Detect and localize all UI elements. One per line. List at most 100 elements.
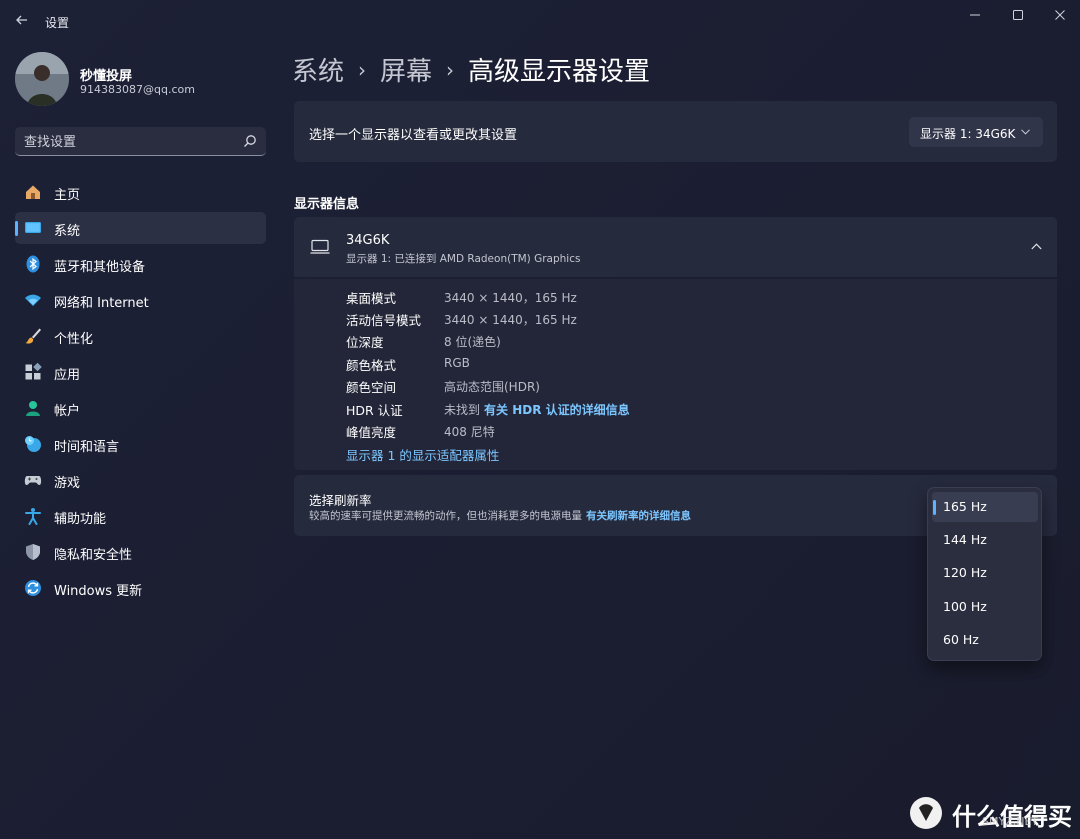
sidebar-item-label: 帐户 <box>54 404 81 419</box>
sidebar-item-label: 游戏 <box>54 476 81 491</box>
display-adapter-properties-link[interactable]: 显示器 1 的显示适配器属性 <box>346 445 499 464</box>
refresh-option-144[interactable]: 144 Hz <box>932 525 1038 555</box>
section-title-display-info: 显示器信息 <box>294 197 360 212</box>
hdr-certification-link[interactable]: 有关 HDR 认证的详细信息 <box>484 403 630 417</box>
breadcrumb-item-system[interactable]: 系统 <box>292 57 344 87</box>
info-row-color-space: 颜色空间 高动态范围(HDR) <box>346 377 946 397</box>
shield-icon <box>26 544 40 560</box>
user-email: 914383087@qq.com <box>80 83 195 96</box>
refresh-option-120[interactable]: 120 Hz <box>932 558 1038 588</box>
accessibility-icon <box>25 508 41 525</box>
maximize-icon[interactable] <box>1006 6 1030 24</box>
refresh-rate-desc-text: 较高的速率可提供更流畅的动作，但也消耗更多的电源电量 <box>309 510 582 522</box>
breadcrumb-item-display[interactable]: 屏幕 <box>380 57 432 87</box>
refresh-option-100[interactable]: 100 Hz <box>932 592 1038 622</box>
info-value: 3440 × 1440，165 Hz <box>444 291 577 305</box>
sidebar-item-label: 应用 <box>54 368 81 383</box>
sidebar-item-personalization[interactable]: 个性化 <box>15 320 266 352</box>
user-name: 秒懂投屏 <box>80 69 133 84</box>
info-row-color-format: 颜色格式 RGB <box>346 355 946 375</box>
sidebar-item-label: 网络和 Internet <box>54 296 149 311</box>
info-key: HDR 认证 <box>346 403 403 418</box>
info-key: 桌面模式 <box>346 291 397 306</box>
refresh-option-165[interactable]: 165 Hz <box>932 492 1038 522</box>
chevron-up-icon[interactable] <box>1031 243 1042 250</box>
info-value: RGB <box>444 356 470 370</box>
breadcrumb-separator: › <box>358 58 367 82</box>
info-row-active-signal: 活动信号模式 3440 × 1440，165 Hz <box>346 310 946 330</box>
sidebar-item-label: 主页 <box>54 188 81 203</box>
breadcrumb: 系统 › 屏幕 › 高级显示器设置 <box>292 51 650 88</box>
update-icon <box>25 580 41 596</box>
back-arrow-icon[interactable] <box>12 10 32 30</box>
system-display-icon <box>25 222 41 233</box>
search-icon[interactable] <box>243 134 257 148</box>
info-key: 颜色空间 <box>346 380 397 395</box>
monitor-description: 显示器 1: 已连接到 AMD Radeon(TM) Graphics <box>346 253 581 265</box>
monitor-select-label: 选择一个显示器以查看或更改其设置 <box>309 128 518 143</box>
refresh-rate-description: 较高的速率可提供更流畅的动作，但也消耗更多的电源电量 有关刷新率的详细信息 <box>309 508 691 523</box>
close-icon[interactable] <box>1048 6 1072 24</box>
wifi-icon <box>25 294 41 306</box>
sidebar-item-label: 时间和语言 <box>54 440 120 455</box>
sidebar-item-label: 蓝牙和其他设备 <box>54 260 146 275</box>
sidebar-item-gaming[interactable]: 游戏 <box>15 464 266 496</box>
refresh-rate-info-link[interactable]: 有关刷新率的详细信息 <box>586 510 691 522</box>
sidebar-item-label: 辅助功能 <box>54 512 107 527</box>
info-value: 未找到 有关 HDR 认证的详细信息 <box>444 401 630 418</box>
sidebar-item-windows-update[interactable]: Windows 更新 <box>15 572 266 604</box>
monitor-dropdown-value: 显示器 1: 34G6K <box>920 127 1016 141</box>
monitor-select-card: 选择一个显示器以查看或更改其设置 显示器 1: 34G6K <box>294 101 1057 162</box>
sidebar-item-accessibility[interactable]: 辅助功能 <box>15 500 266 532</box>
avatar[interactable] <box>15 52 69 106</box>
watermark-subtext: SMYZ.NET <box>982 815 1039 828</box>
bluetooth-icon <box>26 255 40 273</box>
chevron-down-icon <box>1021 129 1030 135</box>
sidebar-item-privacy[interactable]: 隐私和安全性 <box>15 536 266 568</box>
minimize-icon[interactable] <box>963 6 987 24</box>
sidebar-item-accounts[interactable]: 帐户 <box>15 392 266 424</box>
breadcrumb-separator: › <box>446 58 455 82</box>
refresh-rate-title: 选择刷新率 <box>309 493 372 508</box>
sidebar-item-system[interactable]: 系统 <box>15 212 266 244</box>
search-box[interactable] <box>15 127 266 156</box>
sidebar-item-label: 隐私和安全性 <box>54 548 133 563</box>
account-icon <box>26 401 40 416</box>
refresh-option-label: 60 Hz <box>943 632 979 647</box>
search-input[interactable] <box>24 133 234 151</box>
info-key: 峰值亮度 <box>346 425 397 440</box>
info-row-peak-brightness: 峰值亮度 408 尼特 <box>346 422 946 442</box>
sidebar-item-bluetooth[interactable]: 蓝牙和其他设备 <box>15 248 266 280</box>
sidebar-item-label: 系统 <box>54 224 81 239</box>
brush-icon <box>25 328 41 344</box>
sidebar-item-apps[interactable]: 应用 <box>15 356 266 388</box>
refresh-option-label: 120 Hz <box>943 565 987 580</box>
display-info-header[interactable]: 34G6K 显示器 1: 已连接到 AMD Radeon(TM) Graphic… <box>294 217 1057 277</box>
home-icon <box>26 185 40 199</box>
active-indicator <box>15 221 18 236</box>
title-bar: 设置 <box>0 0 1080 42</box>
monitor-icon <box>310 239 330 254</box>
info-value: 3440 × 1440，165 Hz <box>444 313 577 327</box>
display-info-body: 桌面模式 3440 × 1440，165 Hz 活动信号模式 3440 × 14… <box>294 279 1057 470</box>
time-language-icon <box>25 436 41 452</box>
refresh-option-60[interactable]: 60 Hz <box>932 625 1038 655</box>
gamepad-icon <box>24 476 42 485</box>
info-row-hdr-certification: HDR 认证 未找到 有关 HDR 认证的详细信息 <box>346 400 946 420</box>
page-title: 高级显示器设置 <box>468 57 651 87</box>
refresh-option-label: 144 Hz <box>943 532 987 547</box>
refresh-option-label: 100 Hz <box>943 599 987 614</box>
info-value: 408 尼特 <box>444 425 495 439</box>
info-row-bit-depth: 位深度 8 位(递色) <box>346 332 946 352</box>
refresh-rate-dropdown-menu: 165 Hz 144 Hz 120 Hz 100 Hz 60 Hz <box>927 487 1042 661</box>
sidebar-item-home[interactable]: 主页 <box>15 176 266 208</box>
sidebar-item-label: Windows 更新 <box>54 584 143 599</box>
sidebar-item-time-language[interactable]: 时间和语言 <box>15 428 266 460</box>
selected-indicator <box>933 500 936 515</box>
window-title: 设置 <box>45 16 70 30</box>
info-value: 8 位(递色) <box>444 335 501 349</box>
sidebar-item-network[interactable]: 网络和 Internet <box>15 284 266 316</box>
info-key: 活动信号模式 <box>346 313 422 328</box>
monitor-dropdown[interactable]: 显示器 1: 34G6K <box>909 117 1043 147</box>
hdr-cert-status: 未找到 <box>444 403 481 417</box>
